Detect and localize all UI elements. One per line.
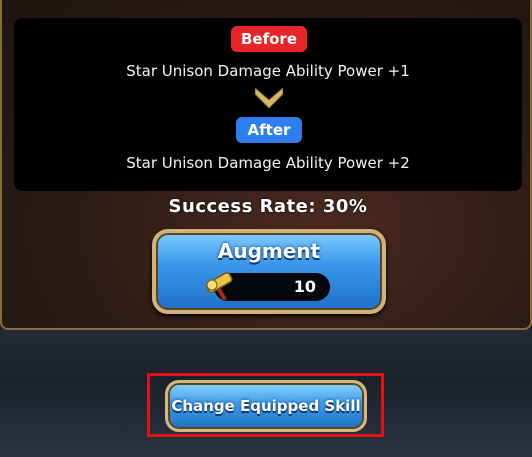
before-badge: Before (231, 26, 307, 52)
augment-panel: Before Star Unison Damage Ability Power … (0, 0, 532, 330)
augment-button-label: Augment (217, 239, 321, 263)
change-equipped-skill-button[interactable]: Change Equipped Skill (165, 380, 367, 432)
augment-button[interactable]: Augment 10 (152, 229, 386, 314)
change-equipped-skill-label: Change Equipped Skill (171, 397, 361, 415)
augment-cost-value: 10 (293, 277, 316, 296)
after-effect-text: Star Unison Damage Ability Power +2 (126, 154, 410, 172)
after-badge: After (236, 117, 302, 143)
success-rate-text: Success Rate: 30% (168, 196, 368, 217)
chevron-down-icon (255, 88, 283, 108)
before-effect-text: Star Unison Damage Ability Power +1 (126, 62, 410, 80)
hammer-icon (205, 272, 233, 301)
